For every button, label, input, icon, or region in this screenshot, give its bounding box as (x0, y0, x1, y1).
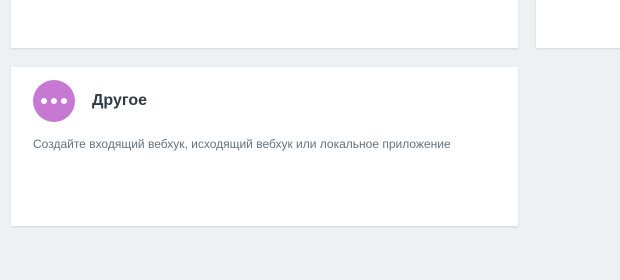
card-description: Создайте входящий вебхук, исходящий вебх… (33, 137, 451, 151)
more-dots-icon (33, 80, 75, 122)
dot (51, 98, 57, 104)
dot (41, 98, 47, 104)
integration-card[interactable] (536, 0, 620, 48)
card-title: Другое (92, 92, 147, 109)
integration-card[interactable] (11, 0, 518, 48)
integration-card-other[interactable]: Другое Создайте входящий вебхук, исходящ… (11, 67, 518, 226)
dot (61, 98, 67, 104)
